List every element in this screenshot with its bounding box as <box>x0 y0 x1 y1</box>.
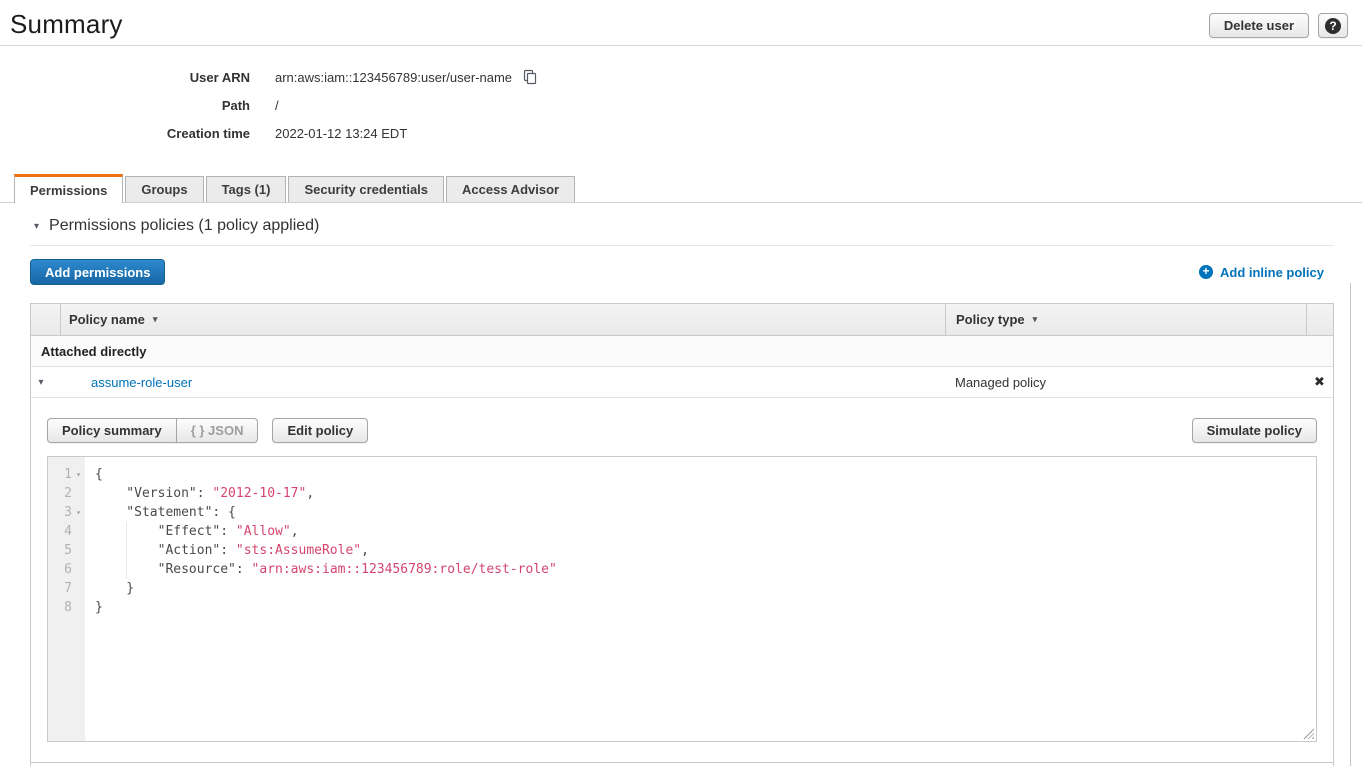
line-number: 6 <box>48 560 85 579</box>
creation-time-value: 2022-01-12 13:24 EDT <box>275 126 407 141</box>
policy-name-column-header[interactable]: Policy name ▾ <box>61 304 945 335</box>
header-actions: Delete user ? <box>1209 13 1348 38</box>
help-icon: ? <box>1325 18 1341 34</box>
sort-icon[interactable]: ▾ <box>153 314 158 325</box>
user-arn-value: arn:aws:iam::123456789:user/user-name <box>275 70 512 85</box>
code-line: "Version": "2012-10-17", <box>95 484 1316 503</box>
policy-type-column-header[interactable]: Policy type ▾ <box>945 304 1306 335</box>
user-info-panel: User ARN arn:aws:iam::123456789:user/use… <box>0 46 1362 159</box>
remove-policy-icon[interactable]: ✖ <box>1314 374 1325 390</box>
section-title: Permissions policies (1 policy applied) <box>49 217 319 235</box>
code-line: "Statement": { <box>95 503 1316 522</box>
simulate-policy-button[interactable]: Simulate policy <box>1192 418 1317 443</box>
line-number: 4 <box>48 522 85 541</box>
delete-user-button[interactable]: Delete user <box>1209 13 1309 38</box>
json-policy-editor[interactable]: 1▾23▾45678 { "Version": "2012-10-17", "S… <box>47 456 1317 742</box>
iam-user-summary-page: Summary Delete user ? User ARN arn:aws:i… <box>0 0 1362 766</box>
attached-directly-group-row: Attached directly <box>31 336 1333 367</box>
actions-column-header <box>1306 304 1333 335</box>
section-divider <box>30 245 1334 246</box>
code-line: } <box>95 579 1316 598</box>
fold-icon[interactable]: ▾ <box>72 465 85 484</box>
code-line: "Action": "sts:AssumeRole", <box>95 541 1316 560</box>
line-number: 8 <box>48 598 85 617</box>
json-view-button[interactable]: { } JSON <box>176 418 259 443</box>
line-number: 3▾ <box>48 503 85 522</box>
path-label: Path <box>0 98 250 113</box>
editor-line-number-gutter: 1▾23▾45678 <box>48 457 85 741</box>
policy-name-header-label: Policy name <box>69 312 145 327</box>
policies-table: Policy name ▾ Policy type ▾ Attached dir… <box>30 303 1334 766</box>
code-line: { <box>95 465 1316 484</box>
info-row-path: Path / <box>0 91 1362 119</box>
add-inline-policy-label: Add inline policy <box>1220 265 1324 280</box>
permissions-tab-content: ▾ Permissions policies (1 policy applied… <box>30 217 1334 766</box>
tab-tags[interactable]: Tags (1) <box>206 176 287 202</box>
line-number: 5 <box>48 541 85 560</box>
code-line: } <box>95 598 1316 617</box>
indent-guide <box>126 522 127 579</box>
page-title: Summary <box>10 9 123 40</box>
help-button[interactable]: ? <box>1318 13 1348 38</box>
edit-policy-button[interactable]: Edit policy <box>272 418 368 443</box>
page-header: Summary Delete user ? <box>0 0 1362 46</box>
tab-groups[interactable]: Groups <box>125 176 203 202</box>
plus-icon: + <box>1199 265 1213 279</box>
add-inline-policy-link[interactable]: + Add inline policy <box>1199 265 1324 280</box>
path-value: / <box>275 98 279 113</box>
info-row-creation-time: Creation time 2022-01-12 13:24 EDT <box>0 119 1362 147</box>
tab-access-advisor[interactable]: Access Advisor <box>446 176 575 202</box>
editor-code-area[interactable]: { "Version": "2012-10-17", "Statement": … <box>85 457 1316 741</box>
code-line: "Effect": "Allow", <box>95 522 1316 541</box>
table-header-row: Policy name ▾ Policy type ▾ <box>31 304 1333 336</box>
right-rail-divider <box>1350 283 1351 766</box>
collapse-icon: ▾ <box>34 221 39 232</box>
policy-detail-panel: Policy summary { } JSON Edit policy Simu… <box>31 398 1333 763</box>
info-row-user-arn: User ARN arn:aws:iam::123456789:user/use… <box>0 63 1362 91</box>
tab-bar: Permissions Groups Tags (1) Security cre… <box>0 174 1362 203</box>
user-arn-value-wrap: arn:aws:iam::123456789:user/user-name <box>275 69 538 85</box>
tab-permissions[interactable]: Permissions <box>14 174 123 203</box>
fold-icon[interactable]: ▾ <box>72 503 85 522</box>
policy-row-assume-role-user: ▾ assume-role-user Managed policy ✖ <box>31 367 1333 398</box>
expander-column-header <box>31 304 61 335</box>
copy-icon[interactable] <box>522 69 538 85</box>
user-arn-label: User ARN <box>0 70 250 85</box>
policy-name-link[interactable]: assume-role-user <box>91 375 192 390</box>
line-number: 1▾ <box>48 465 85 484</box>
policy-summary-button[interactable]: Policy summary <box>47 418 177 443</box>
code-line: "Resource": "arn:aws:iam::123456789:role… <box>95 560 1316 579</box>
line-number: 7 <box>48 579 85 598</box>
sort-icon[interactable]: ▾ <box>1033 314 1038 325</box>
policy-type-header-label: Policy type <box>956 312 1025 327</box>
policy-view-switcher: Policy summary { } JSON <box>47 418 258 443</box>
tab-security-credentials[interactable]: Security credentials <box>288 176 444 202</box>
permissions-policies-section-header[interactable]: ▾ Permissions policies (1 policy applied… <box>34 217 1334 235</box>
line-number: 2 <box>48 484 85 503</box>
policy-type-cell: Managed policy <box>945 375 1306 390</box>
permissions-toolbar: Add permissions + Add inline policy <box>30 259 1334 285</box>
policy-view-toolbar: Policy summary { } JSON Edit policy Simu… <box>47 418 1317 443</box>
row-expander-icon[interactable]: ▾ <box>38 377 43 388</box>
add-permissions-button[interactable]: Add permissions <box>30 259 165 285</box>
creation-time-label: Creation time <box>0 126 250 141</box>
